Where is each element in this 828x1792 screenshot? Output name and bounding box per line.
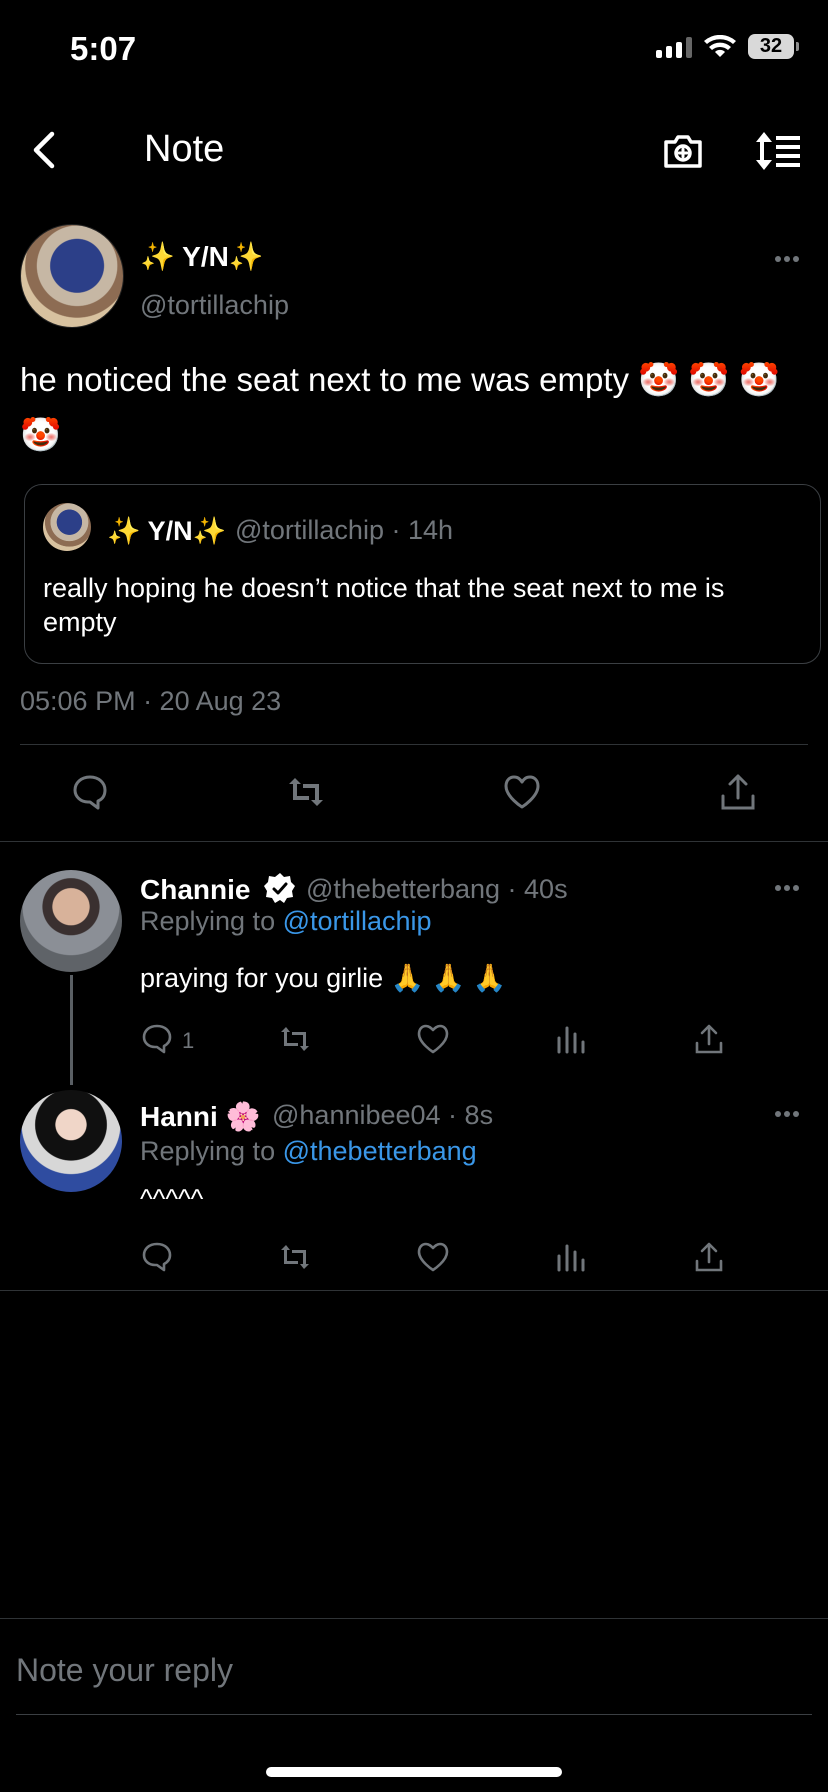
replying-to-link[interactable]: @thebetterbang [283, 1136, 477, 1166]
reply-icon[interactable] [140, 1022, 174, 1056]
sort-timeline-icon[interactable] [754, 128, 804, 174]
post-timestamp: 05:06 PM · 20 Aug 23 [20, 686, 282, 716]
stats-icon[interactable] [554, 1240, 588, 1274]
battery-icon: 32 [748, 34, 799, 59]
share-icon[interactable] [692, 1240, 726, 1274]
reply-handle[interactable]: @thebetterbang · 40s [306, 874, 568, 905]
reply-avatar[interactable] [20, 870, 122, 972]
reply-text: ^^^^^ [140, 1184, 204, 1214]
reply-text: praying for you girlie 🙏 🙏 🙏 [140, 963, 507, 993]
heart-icon[interactable] [502, 772, 542, 812]
stats-icon[interactable] [554, 1022, 588, 1056]
camera-plus-icon[interactable] [660, 128, 706, 174]
home-indicator[interactable] [266, 1767, 562, 1777]
author-name[interactable]: ✨ Y/N✨ [140, 240, 264, 273]
thread-line [70, 975, 73, 1085]
composer-top-border [0, 1618, 828, 1619]
page-title: Note [144, 128, 225, 170]
more-horizontal-icon[interactable] [774, 1110, 800, 1118]
quoted-post-text: really hoping he doesn’t notice that the… [43, 573, 725, 637]
reply-handle[interactable]: @hannibee04 · 8s [272, 1100, 493, 1131]
divider [0, 1290, 828, 1291]
reply-count: 1 [182, 1028, 195, 1053]
verified-badge-icon [264, 872, 296, 904]
signal-icon [656, 36, 692, 58]
replying-to: Replying to @tortillachip [140, 906, 432, 937]
divider [0, 841, 828, 842]
author-avatar[interactable] [20, 224, 124, 328]
quoted-post[interactable]: ✨ Y/N✨ @tortillachip · 14h really hoping… [24, 484, 821, 664]
heart-icon[interactable] [416, 1022, 450, 1056]
retweet-icon[interactable] [286, 772, 326, 812]
reply-icon[interactable] [140, 1240, 174, 1274]
retweet-icon[interactable] [278, 1022, 312, 1056]
reply-author-name[interactable]: Channie [140, 874, 250, 906]
divider [20, 744, 808, 745]
reply-author-name[interactable]: Hanni 🌸 [140, 1100, 260, 1133]
reply-icon[interactable] [70, 772, 110, 812]
composer-underline [16, 1714, 812, 1715]
quoted-author-avatar [43, 503, 91, 551]
chevron-left-icon[interactable] [24, 128, 68, 172]
status-time: 5:07 [70, 30, 137, 67]
share-icon[interactable] [692, 1022, 726, 1056]
status-icons: 32 [656, 34, 799, 59]
replying-prefix: Replying to [140, 1136, 276, 1166]
author-handle[interactable]: @tortillachip [140, 290, 289, 321]
reply-avatar[interactable] [20, 1090, 122, 1192]
more-horizontal-icon[interactable] [774, 255, 800, 263]
heart-icon[interactable] [416, 1240, 450, 1274]
wifi-icon [704, 34, 736, 59]
replying-to-link[interactable]: @tortillachip [283, 906, 432, 936]
quoted-author-handle: @tortillachip · 14h [235, 515, 454, 545]
replying-to: Replying to @thebetterbang [140, 1136, 477, 1167]
more-horizontal-icon[interactable] [774, 884, 800, 892]
quoted-author-name: ✨ Y/N✨ [107, 516, 227, 546]
replying-prefix: Replying to [140, 906, 276, 936]
retweet-icon[interactable] [278, 1240, 312, 1274]
post-text: he noticed the seat next to me was empty… [20, 361, 780, 453]
share-icon[interactable] [718, 772, 758, 812]
reply-input[interactable] [16, 1625, 812, 1715]
